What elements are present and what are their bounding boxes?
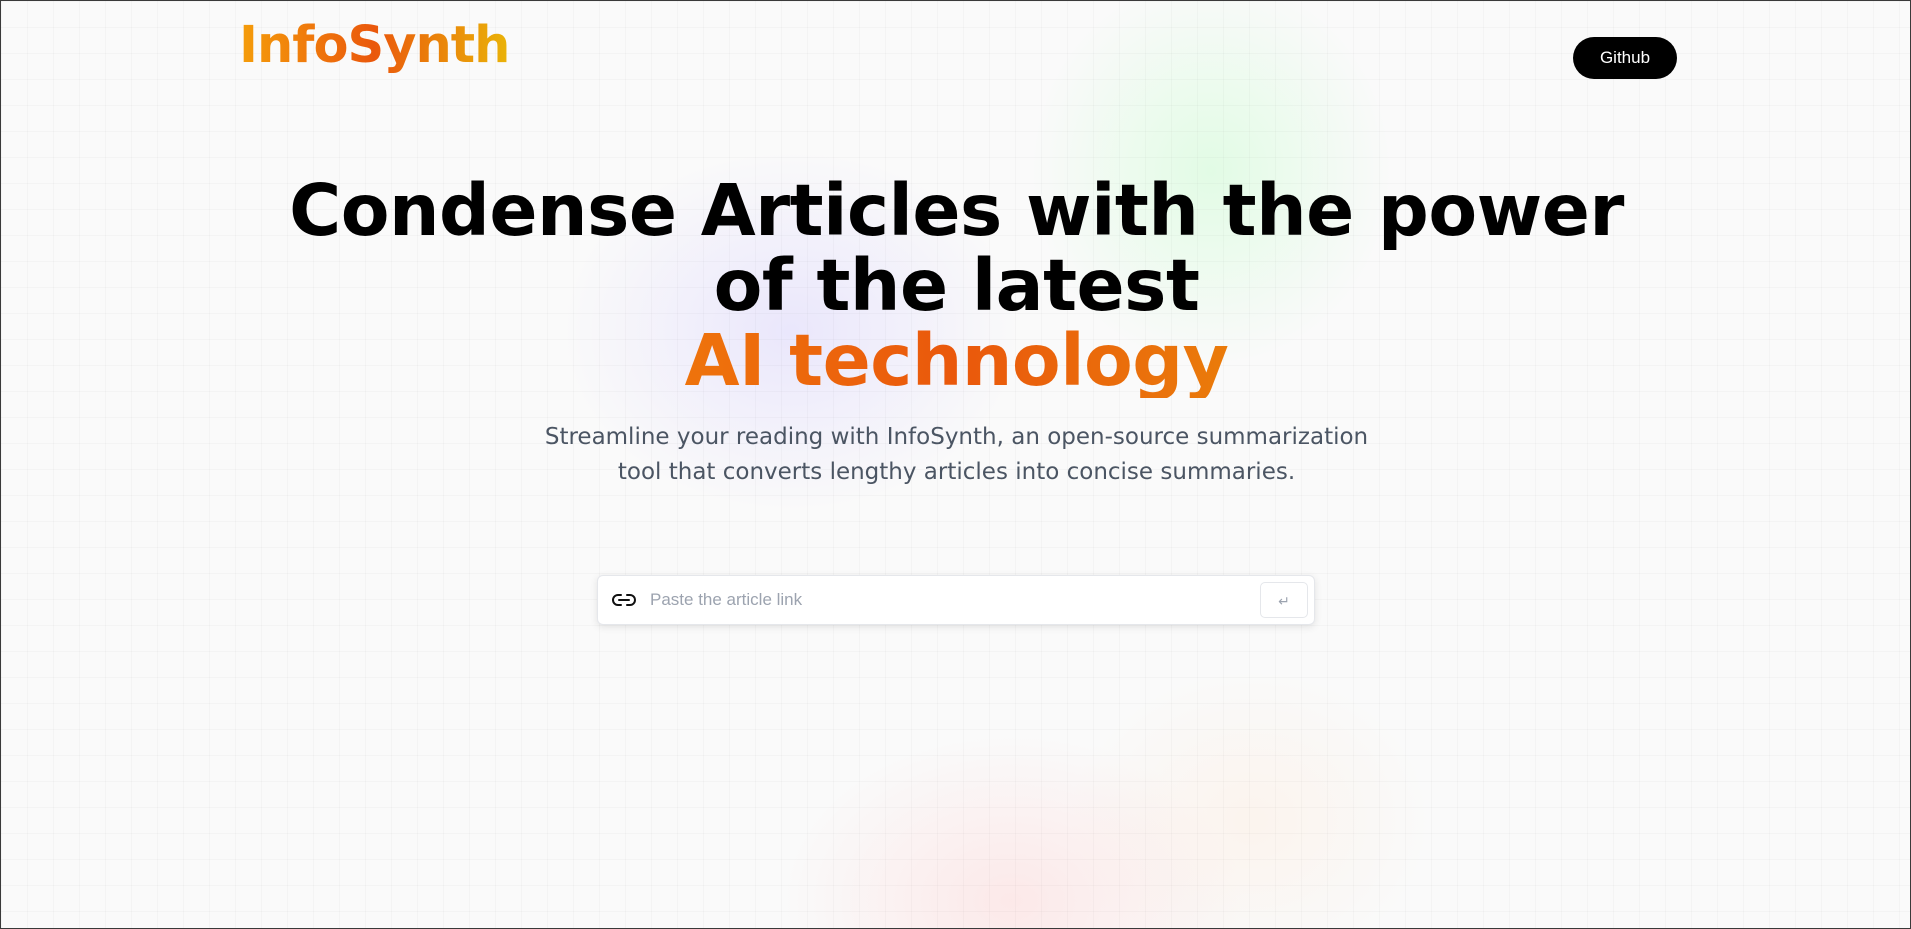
github-button[interactable]: Github <box>1573 37 1677 79</box>
page-title: Condense Articles with the power of the … <box>257 173 1657 398</box>
headline-accent: AI technology <box>257 323 1657 398</box>
hero-section: Condense Articles with the power of the … <box>1 173 1910 490</box>
submit-button[interactable]: ↵ <box>1260 582 1308 618</box>
article-link-input[interactable] <box>648 575 1260 625</box>
hero-subtitle: Streamline your reading with InfoSynth, … <box>544 424 1369 485</box>
enter-icon: ↵ <box>1278 593 1290 610</box>
link-icon <box>610 590 638 610</box>
headline-text: Condense Articles with the power of the … <box>289 169 1624 327</box>
article-link-form: ↵ <box>597 575 1315 625</box>
app-window: InfoSynth Github Condense Articles with … <box>0 0 1911 929</box>
logo[interactable]: InfoSynth <box>239 15 510 76</box>
